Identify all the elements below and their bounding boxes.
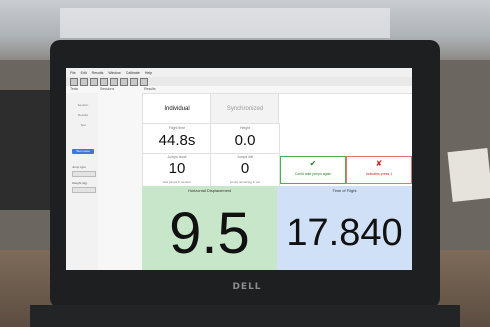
jumps-done-sub: total jumps in session: [162, 180, 192, 184]
tab-sessions[interactable]: Sessions: [100, 87, 114, 91]
height-cell: Height 0.0: [210, 123, 280, 155]
session-list-column: [98, 93, 143, 270]
jump-type-label: Jump type: [72, 165, 86, 169]
mode-synchronized-tab[interactable]: Synchronized: [210, 93, 280, 125]
menu-file[interactable]: File: [70, 71, 76, 75]
chart-icon[interactable]: [130, 77, 138, 86]
flight-time-label: Flight time: [168, 126, 186, 130]
jump-type-select[interactable]: [72, 171, 96, 177]
weight-label: Weight (kg): [72, 181, 88, 185]
sidebar: Session Results Test Test name Jump type…: [66, 93, 99, 270]
status-ok-text: Could take jumps again: [294, 172, 332, 176]
status-error-text: Indicates press 1: [365, 172, 393, 176]
menu-bar: File Edit Results Window Calibrate Help: [66, 68, 412, 77]
sidebar-item-session[interactable]: Session: [72, 103, 94, 108]
settings-icon[interactable]: [140, 77, 148, 86]
jumps-done-label: Jumps done: [167, 155, 187, 159]
jumps-left-sub: jumps remaining in set: [229, 180, 260, 184]
background-window: [60, 8, 390, 38]
displacement-value: 9.5: [169, 201, 250, 266]
jumps-left-cell: Jumps left 0 jumps remaining in set: [210, 153, 280, 188]
menu-calibrate[interactable]: Calibrate: [126, 71, 140, 75]
jumps-left-label: Jumps left: [237, 155, 253, 159]
height-label: Height: [239, 126, 251, 130]
cross-icon: ✘: [375, 159, 383, 168]
grid-icon[interactable]: [120, 77, 128, 86]
status-ok-box[interactable]: ✔ Could take jumps again: [280, 156, 346, 184]
time-of-flight-title: Time of Flight: [332, 188, 357, 193]
background-object: [0, 90, 55, 210]
time-of-flight-value: 17.840: [286, 212, 403, 254]
menu-window[interactable]: Window: [108, 71, 120, 75]
background-paper: [447, 148, 490, 202]
laptop-keyboard: [30, 305, 460, 327]
time-of-flight-panel: Time of Flight 17.840: [277, 186, 412, 270]
print-icon[interactable]: [100, 77, 108, 86]
laptop-screen: File Edit Results Window Calibrate Help …: [66, 68, 412, 270]
mode-individual-tab[interactable]: Individual: [142, 93, 212, 125]
weight-input[interactable]: [72, 187, 96, 193]
flight-time-cell: Flight time 44.8s: [142, 123, 212, 155]
new-icon[interactable]: [70, 77, 78, 86]
mode-individual-label: Individual: [164, 106, 190, 112]
menu-results[interactable]: Results: [92, 71, 104, 75]
sidebar-item-test[interactable]: Test: [72, 123, 94, 128]
tab-results[interactable]: Results: [144, 87, 156, 91]
tab-tests[interactable]: Tests: [70, 87, 78, 91]
checkmark-icon: ✔: [309, 159, 317, 168]
camera-icon[interactable]: [110, 77, 118, 86]
laptop-brand-logo: DELL: [232, 282, 262, 292]
displacement-title: Horizontal Displacement: [187, 188, 232, 193]
status-error-box[interactable]: ✘ Indicates press 1: [346, 156, 412, 184]
mode-synchronized-label: Synchronized: [226, 106, 264, 112]
menu-help[interactable]: Help: [145, 71, 152, 75]
height-value: 0.0: [234, 132, 256, 149]
open-icon[interactable]: [80, 77, 88, 86]
save-icon[interactable]: [90, 77, 98, 86]
sidebar-item-test-name[interactable]: Test name: [72, 149, 94, 154]
displacement-panel: Horizontal Displacement 9.5: [142, 186, 277, 270]
toolbar: [66, 77, 412, 86]
jumps-left-value: 0: [240, 160, 250, 177]
jumps-done-cell: Jumps done 10 total jumps in session: [142, 153, 212, 188]
jumps-done-value: 10: [168, 160, 186, 177]
flight-time-value: 44.8s: [158, 132, 196, 149]
menu-edit[interactable]: Edit: [81, 71, 87, 75]
sidebar-item-results[interactable]: Results: [72, 113, 94, 118]
